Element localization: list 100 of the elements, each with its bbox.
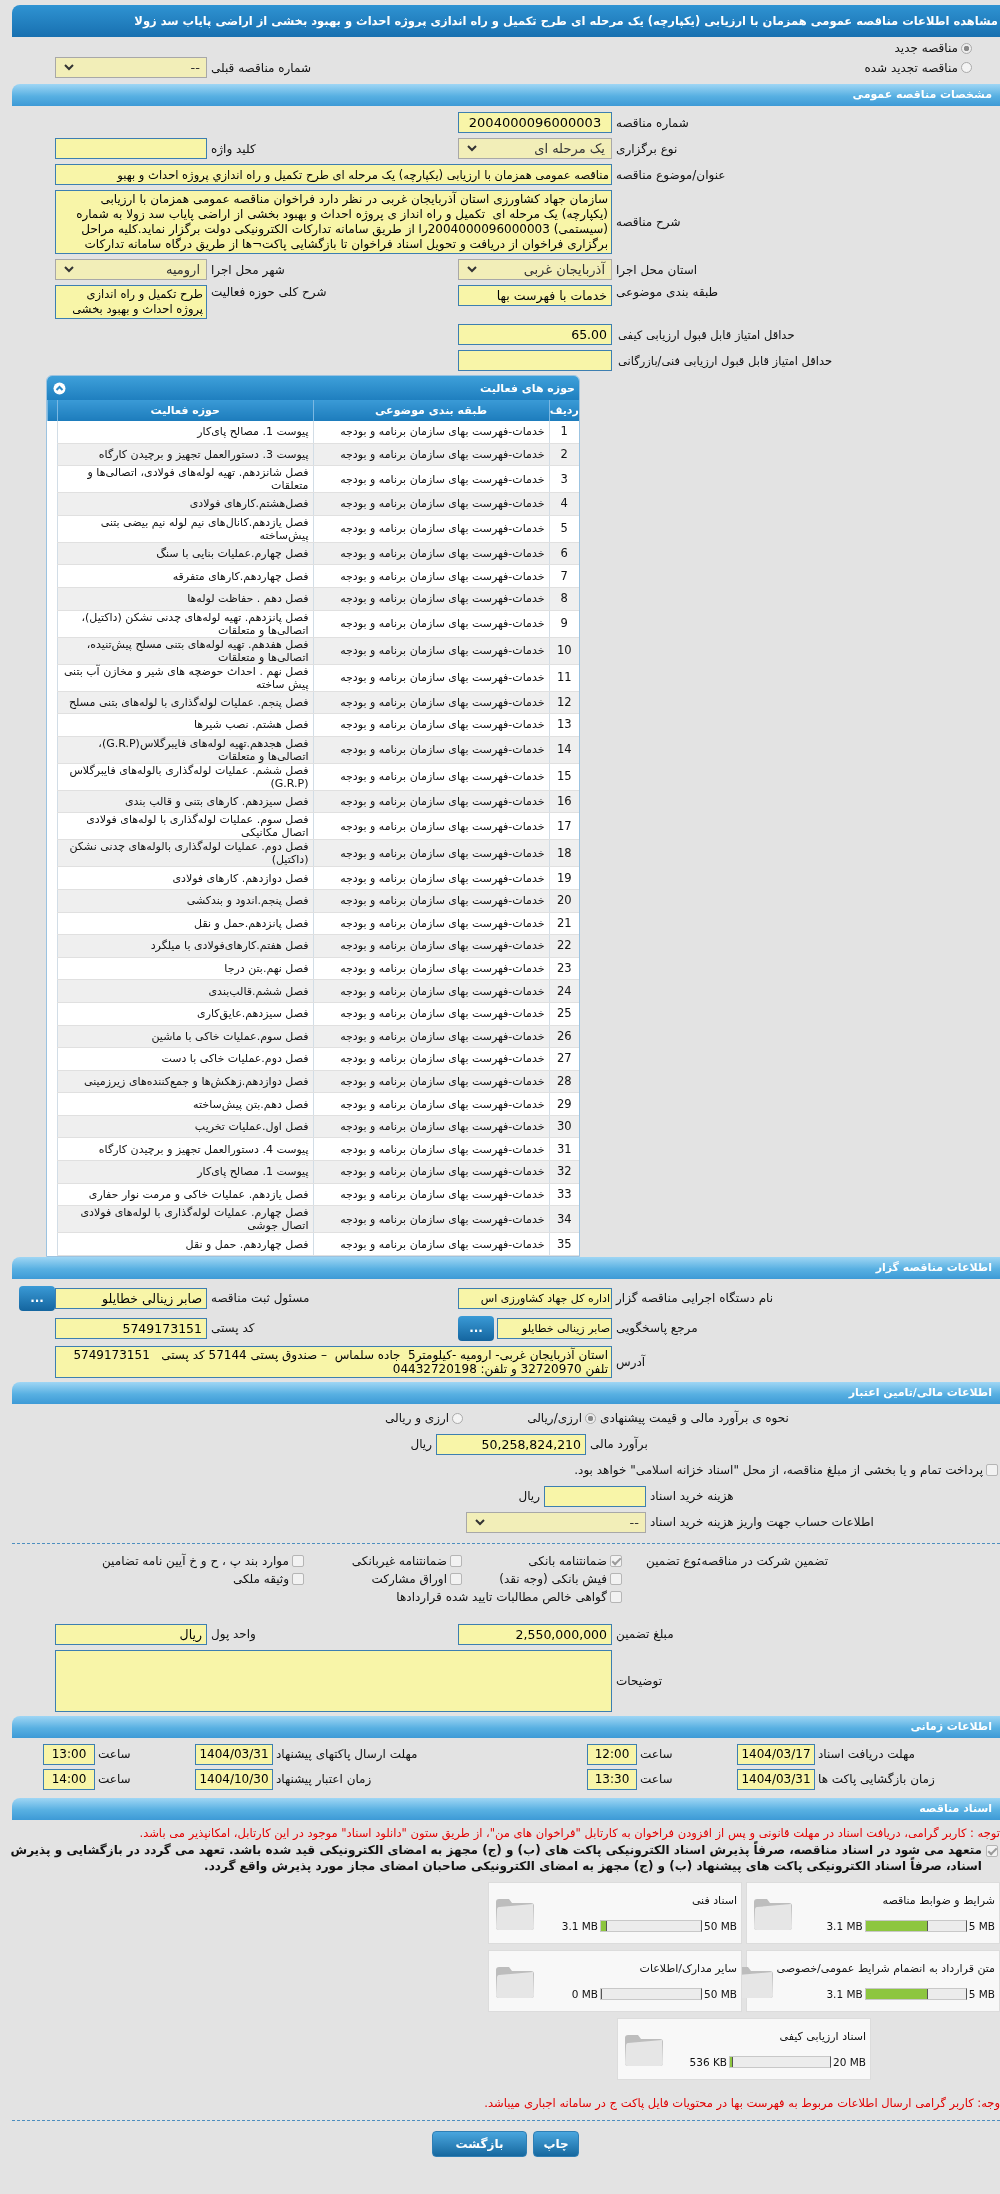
field-label: مهلت ارسال پاکتهای پیشنهاد: [275, 1747, 419, 1762]
table-cell: خدمات-فهرست بهای سازمان برنامه و بودجه: [313, 691, 549, 714]
input-field[interactable]: اداره کل جهاد کشاورزی اس: [458, 1287, 612, 1309]
input-field[interactable]: صابر زینالی خطایلو: [55, 1287, 207, 1309]
input-field[interactable]: 65.00: [458, 324, 612, 345]
field-label: شرح مناقصه: [615, 215, 682, 229]
table-cell: فصل دوم. عملیات لوله‌گذاری بالوله‌های چدنی نشکن (داکتیل): [57, 839, 313, 867]
table-cell: خدمات-فهرست بهای سازمان برنامه و بودجه: [313, 1183, 549, 1206]
table-cell: 22: [549, 934, 579, 958]
field-label: اطلاعات حساب جهت واریز هزینه خرید اسناد: [650, 1515, 875, 1530]
collapse-icon[interactable]: [53, 381, 66, 395]
textarea-field[interactable]: طرح تکمیل و راه اندازی پروژه احداث و بهبود بخشی: [55, 285, 207, 319]
section-header: اسناد مناقصه: [12, 1797, 1000, 1820]
table-cell: فصل ششم.قالب‌بندی: [57, 979, 313, 1003]
textarea-field[interactable]: [55, 1649, 612, 1712]
browse-button[interactable]: ...: [458, 1315, 494, 1341]
radio-option[interactable]: مناقصه جدید: [795, 41, 1000, 55]
table-cell: خدمات-فهرست بهای سازمان برنامه و بودجه: [313, 1160, 549, 1184]
field-label: مرجع پاسخگویی: [615, 1321, 699, 1336]
time-field[interactable]: 13:00: [43, 1743, 95, 1765]
input-field[interactable]: [458, 350, 612, 371]
field-label: کلید واژه: [210, 141, 257, 156]
back-button[interactable]: بازگشت: [432, 2130, 527, 2157]
input-field[interactable]: خدمات با فهرست بها: [458, 285, 612, 306]
checkbox-option[interactable]: وثیقه ملکی: [94, 1571, 304, 1586]
select-field[interactable]: ارومیه: [55, 259, 207, 280]
date-field[interactable]: 1404/03/31: [737, 1768, 815, 1790]
input-field[interactable]: 2,550,000,000: [458, 1623, 612, 1645]
field-label: مسئول ثبت مناقصه: [210, 1291, 311, 1306]
table-cell: خدمات-فهرست بهای سازمان برنامه و بودجه: [313, 1115, 549, 1138]
table-cell: فصل اول.عملیات تخریب: [57, 1115, 313, 1138]
field-label: حداقل امتیاز قابل قبول ارزیابی فنی/بازرگانی: [617, 353, 834, 368]
table-cell: 6: [549, 542, 579, 565]
table-cell: 15: [549, 763, 579, 791]
field-label: نوع برگزاری: [615, 141, 679, 156]
input-field[interactable]: مناقصه عمومی همزمان با ارزیابی (یکپارچه) یک مرحله ای طرح تکمیل و راه اندازي پروژه احداث و بهبو: [55, 164, 612, 185]
table-cell: 16: [549, 790, 579, 813]
table-cell: فصل چهارم.عملیات بنایی با سنگ: [57, 542, 313, 565]
table-cell: 7: [549, 564, 579, 588]
table-cell: 31: [549, 1137, 579, 1161]
select-field[interactable]: --: [55, 57, 207, 78]
table-cell: 13: [549, 713, 579, 737]
checkbox[interactable]: [986, 1844, 998, 1857]
table-cell: 11: [549, 664, 579, 692]
date-field[interactable]: 1404/03/31: [195, 1743, 273, 1765]
select-field[interactable]: --: [466, 1511, 646, 1533]
input-field[interactable]: صابر زینالی خطایلو: [497, 1317, 612, 1339]
select-field[interactable]: یک مرحله ای: [458, 138, 612, 159]
table-cell: 26: [549, 1025, 579, 1048]
table-cell: فصل هجدهم.تهیه لوله‌های فایبرگلاس(G.R.P)، اتصالی‌ها و متعلقات: [57, 736, 313, 764]
field-label: شماره مناقصه قبلی: [210, 60, 312, 75]
table-cell: 19: [549, 866, 579, 890]
checkbox-option[interactable]: فیش بانکی (وجه نقد): [462, 1571, 622, 1586]
table-cell: فصل پنجم. عملیات لوله‌گذاری با لوله‌های بتنی مسلح: [57, 691, 313, 714]
input-field[interactable]: [544, 1485, 646, 1507]
unit-label: ریال: [410, 1437, 432, 1452]
textarea-field[interactable]: استان آذربایجان غربی- ارومیه -کیلومتر5 جاده سلماس – صندوق پستی 57144 کد پستی 5749173151 تلفن 32720970 و تلفن: 04432720198: [55, 1345, 612, 1378]
radio-option[interactable]: ارزی/ریالی: [527, 1411, 596, 1426]
input-field[interactable]: ریال: [55, 1623, 207, 1645]
field-label: شرح کلی حوزه فعالیت: [210, 285, 328, 299]
checkbox-option[interactable]: ضمانتنامه بانکی: [462, 1553, 622, 1568]
caret-icon: [467, 145, 477, 152]
input-field[interactable]: 2004000096000003: [458, 112, 612, 133]
section-header: اطلاعات زمانی: [12, 1715, 1000, 1738]
table-cell: خدمات-فهرست بهای سازمان برنامه و بودجه: [313, 1092, 549, 1116]
document-name: شرایط و ضوابط مناقصه: [882, 1893, 995, 1907]
file-size: 536 KB: [689, 2055, 728, 2068]
checkbox-option[interactable]: گواهی خالص مطالبات تایید شده قراردادها: [304, 1589, 622, 1604]
input-field[interactable]: 50,258,824,210: [436, 1433, 586, 1455]
table-cell: 5: [549, 515, 579, 543]
table-cell: خدمات-فهرست بهای سازمان برنامه و بودجه: [313, 839, 549, 867]
checkbox-option[interactable]: موارد بند پ ، ح و خ آیین نامه تضامین: [94, 1553, 304, 1568]
table-cell: خدمات-فهرست بهای سازمان برنامه و بودجه: [313, 934, 549, 958]
input-field[interactable]: [55, 138, 207, 159]
checkbox-option[interactable]: پرداخت تمام و یا بخشی از مبلغ مناقصه، از محل "اسناد خزانه اسلامی" خواهد بود.: [574, 1463, 998, 1478]
table-cell: پیوست 1. مصالح پای‌کار: [57, 1160, 313, 1184]
table-cell: 18: [549, 839, 579, 867]
checkbox-option[interactable]: اوراق مشارکت: [304, 1571, 462, 1586]
table-cell: خدمات-فهرست بهای سازمان برنامه و بودجه: [313, 1232, 549, 1256]
table-cell: خدمات-فهرست بهای سازمان برنامه و بودجه: [313, 492, 549, 516]
checkbox-option[interactable]: ضمانتنامه غیربانکی: [304, 1553, 462, 1568]
select-field[interactable]: آذربایجان غربی: [458, 259, 612, 280]
print-button[interactable]: چاپ: [533, 2130, 579, 2157]
date-field[interactable]: 1404/10/30: [195, 1768, 273, 1790]
browse-button[interactable]: ...: [19, 1285, 55, 1311]
date-field[interactable]: 1404/03/17: [737, 1743, 815, 1765]
time-field[interactable]: 12:00: [587, 1743, 637, 1765]
time-field[interactable]: 13:30: [587, 1768, 637, 1790]
radio-option[interactable]: ارزی و ریالی: [385, 1411, 464, 1426]
table-cell: فصل سیزدهم. کارهای بتنی و قالب بندی: [57, 790, 313, 813]
field-label: زمان بازگشایی پاکت ها: [817, 1772, 936, 1787]
panel-title: حوزه های فعالیت: [480, 381, 575, 395]
file-size: 3.1 MB: [826, 1919, 863, 1932]
table-cell: خدمات-فهرست بهای سازمان برنامه و بودجه: [313, 1070, 549, 1093]
radio-option[interactable]: مناقصه تجدید شده: [795, 60, 1000, 75]
input-field[interactable]: 5749173151: [55, 1317, 207, 1339]
unit-label: ریال: [518, 1489, 540, 1504]
textarea-field[interactable]: سازمان جهاد کشاورزی استان آذربایجان غربی در نظر دارد فراخوان مناقصه عمومی همزمان با ارزیابی (یکپارچه) یک مرحله ای تکمیل و راه انداز ی پروژه احداث و بهبود بخشی از اراضی پایاب سد زولا به شماره (سیستمی) 2004000096000003را از طریق سامانه تدارکات الکترونیکی دولت برگزار نماید.کلیه مراحل برگزاری فراخوان از دریافت و تحویل اسناد فراخوان تا بازگشایی پاکت¬ها از طریق درگاه سامانه تدارکات: [55, 190, 612, 254]
field-label: زمان اعتبار پیشنهاد: [275, 1772, 373, 1787]
time-field[interactable]: 14:00: [43, 1768, 95, 1790]
